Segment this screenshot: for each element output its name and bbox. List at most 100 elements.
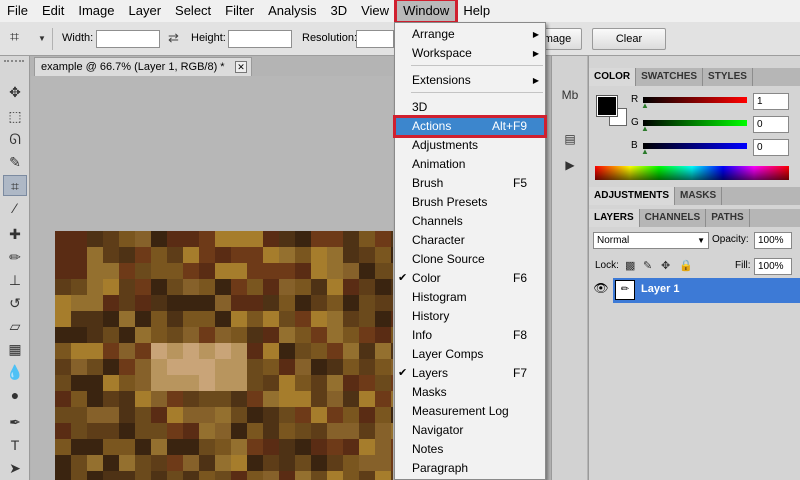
menu-item-measurement-log[interactable]: Measurement Log: [395, 402, 545, 421]
menu-item-layer-comps[interactable]: Layer Comps: [395, 345, 545, 364]
menu-item-extensions[interactable]: Extensions ▶: [395, 71, 545, 90]
type-tool-icon[interactable]: T: [3, 435, 27, 456]
menu-item-channels[interactable]: Channels: [395, 212, 545, 231]
red-slider-handle-icon[interactable]: ▲: [641, 101, 649, 110]
dodge-tool-icon[interactable]: ●: [3, 385, 27, 406]
menu-item-info[interactable]: Info F8: [395, 326, 545, 345]
menu-item-arrange[interactable]: Arrange ▶: [395, 25, 545, 44]
close-icon[interactable]: ✕: [235, 61, 247, 73]
menu-item-adjustments[interactable]: Adjustments: [395, 136, 545, 155]
red-value-field[interactable]: 1: [753, 93, 789, 110]
mini-bridge-icon[interactable]: Mb: [560, 86, 580, 104]
tab-masks[interactable]: MASKS: [675, 187, 723, 205]
menu-view[interactable]: View: [354, 0, 396, 22]
tab-styles[interactable]: STYLES: [703, 68, 753, 86]
menu-item-masks[interactable]: Masks: [395, 383, 545, 402]
blue-value-field[interactable]: 0: [753, 139, 789, 156]
blue-slider[interactable]: [643, 143, 747, 149]
image-pixel-block: [151, 471, 167, 480]
menu-file[interactable]: File: [0, 0, 35, 22]
fill-field[interactable]: 100%: [754, 258, 792, 275]
image-pixel-block: [295, 375, 311, 391]
menu-filter[interactable]: Filter: [218, 0, 261, 22]
menu-item-layers[interactable]: ✔ Layers F7: [395, 364, 545, 383]
menu-item-brush[interactable]: Brush F5: [395, 174, 545, 193]
menu-item-navigator[interactable]: Navigator: [395, 421, 545, 440]
menu-item-animation[interactable]: Animation: [395, 155, 545, 174]
document-tab[interactable]: example @ 66.7% (Layer 1, RGB/8) * ✕: [34, 57, 252, 76]
menu-item-character[interactable]: Character: [395, 231, 545, 250]
lock-position-icon[interactable]: ✥: [661, 259, 670, 272]
menu-item-3d[interactable]: 3D: [395, 98, 545, 117]
crop-tool-icon[interactable]: ⌗: [3, 175, 27, 196]
lock-all-icon[interactable]: 🔒: [679, 259, 693, 272]
history-panel-icon[interactable]: ▤: [560, 130, 580, 148]
menu-select[interactable]: Select: [168, 0, 218, 22]
menu-item-notes[interactable]: Notes: [395, 440, 545, 459]
tab-layers[interactable]: LAYERS: [589, 209, 640, 227]
marquee-tool-icon[interactable]: ⬚: [3, 106, 27, 127]
menu-3d[interactable]: 3D: [323, 0, 354, 22]
menu-item-histogram[interactable]: Histogram: [395, 288, 545, 307]
history-brush-tool-icon[interactable]: ↺: [3, 293, 27, 314]
tab-channels[interactable]: CHANNELS: [640, 209, 707, 227]
image-pixel-block: [359, 359, 375, 375]
image-pixel-block: [231, 263, 247, 279]
layer-row[interactable]: 👁 ✏ Layer 1: [589, 277, 800, 303]
menu-window[interactable]: Window: [394, 0, 459, 24]
path-selection-tool-icon[interactable]: ➤: [3, 458, 27, 479]
image-pixel-block: [327, 375, 343, 391]
blend-mode-select[interactable]: Normal ▼: [593, 232, 709, 249]
blue-slider-handle-icon[interactable]: ▲: [641, 147, 649, 156]
width-field[interactable]: [96, 30, 160, 48]
tab-paths[interactable]: PATHS: [706, 209, 750, 227]
lasso-tool-icon[interactable]: ᘏ: [3, 129, 27, 150]
crop-icon[interactable]: ⌗: [10, 29, 32, 49]
pen-tool-icon[interactable]: ✒: [3, 412, 27, 433]
menu-item-brush-presets[interactable]: Brush Presets: [395, 193, 545, 212]
menu-item-clone-source[interactable]: Clone Source: [395, 250, 545, 269]
resolution-field[interactable]: [356, 30, 394, 48]
eyedropper-tool-icon[interactable]: ⁄: [3, 198, 27, 219]
clear-button[interactable]: Clear: [592, 28, 666, 50]
image-pixel-block: [87, 247, 103, 263]
eye-icon[interactable]: 👁: [593, 281, 609, 299]
blur-tool-icon[interactable]: 💧: [3, 362, 27, 383]
green-slider[interactable]: [643, 120, 747, 126]
menu-edit[interactable]: Edit: [35, 0, 71, 22]
green-slider-handle-icon[interactable]: ▲: [641, 124, 649, 133]
menu-analysis[interactable]: Analysis: [261, 0, 323, 22]
menu-image[interactable]: Image: [71, 0, 121, 22]
quick-selection-tool-icon[interactable]: ✎: [3, 152, 27, 173]
move-tool-icon[interactable]: ✥: [3, 82, 27, 103]
foreground-color-swatch[interactable]: [596, 95, 618, 117]
green-value-field[interactable]: 0: [753, 116, 789, 133]
eraser-tool-icon[interactable]: ▱: [3, 316, 27, 337]
brush-tool-icon[interactable]: ✏: [3, 247, 27, 268]
gradient-tool-icon[interactable]: ▦: [3, 339, 27, 360]
tab-color[interactable]: COLOR: [589, 68, 637, 86]
menu-item-paragraph[interactable]: Paragraph: [395, 459, 545, 478]
lock-transparency-icon[interactable]: ▩: [625, 259, 635, 272]
menu-layer[interactable]: Layer: [122, 0, 169, 22]
image-pixel-block: [295, 455, 311, 471]
color-spectrum[interactable]: [595, 166, 789, 180]
tab-adjustments[interactable]: ADJUSTMENTS: [589, 187, 676, 205]
opacity-field[interactable]: 100%: [754, 232, 792, 249]
document-image[interactable]: [55, 231, 393, 480]
clone-stamp-tool-icon[interactable]: ⊥: [3, 270, 27, 291]
healing-brush-tool-icon[interactable]: ✚: [3, 224, 27, 245]
menu-help[interactable]: Help: [456, 0, 497, 22]
red-slider[interactable]: [643, 97, 747, 103]
actions-panel-icon[interactable]: ▶: [560, 156, 580, 174]
menu-item-actions[interactable]: Actions Alt+F9: [393, 115, 547, 138]
tab-swatches[interactable]: SWATCHES: [636, 68, 704, 86]
menu-item-history[interactable]: History: [395, 307, 545, 326]
menu-item-color[interactable]: ✔ Color F6: [395, 269, 545, 288]
height-field[interactable]: [228, 30, 292, 48]
menu-item-workspace[interactable]: Workspace ▶: [395, 44, 545, 63]
swap-arrows-icon[interactable]: ⇄: [168, 30, 179, 46]
tool-preset-caret-icon[interactable]: ▼: [38, 34, 46, 43]
panel-grip[interactable]: [4, 60, 24, 66]
lock-image-icon[interactable]: ✎: [643, 259, 652, 272]
